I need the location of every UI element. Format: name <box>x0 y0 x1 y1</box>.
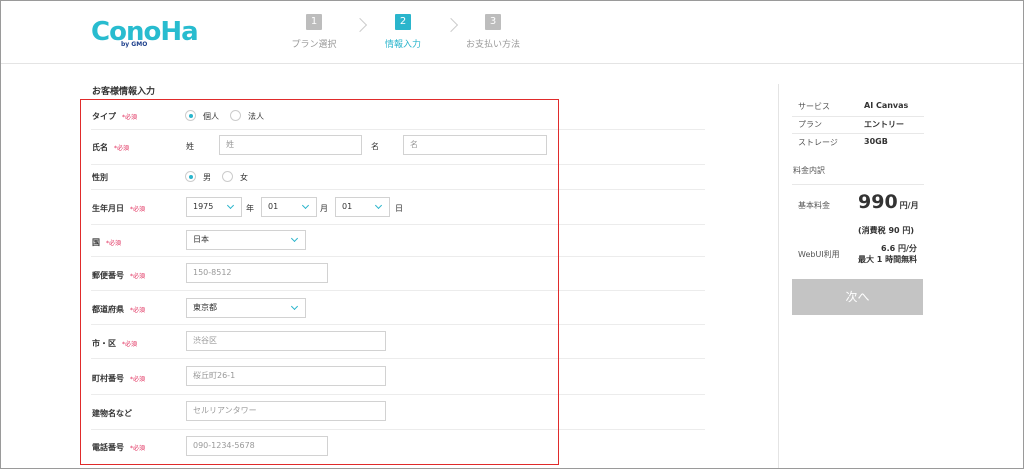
form-highlight-box <box>80 99 559 465</box>
step-payment: 3 お支払い方法 <box>466 14 520 50</box>
webui-price: 6.6 円/分 <box>881 244 917 253</box>
conoha-logo[interactable]: ConoHa by GMO <box>91 17 199 49</box>
tax-note: (消費税 90 円) <box>858 226 915 235</box>
summary-divider <box>792 184 924 185</box>
storage-label: ストレージ <box>798 138 838 147</box>
step-label: お支払い方法 <box>466 40 521 50</box>
step-number: 1 <box>306 14 322 30</box>
plan-label: プラン <box>798 120 822 129</box>
base-price-unit: 円/月 <box>899 201 919 210</box>
step-label: 情報入力 <box>384 40 421 50</box>
step-plan-select: 1 プラン選択 <box>286 14 342 50</box>
summary-divider <box>792 116 924 117</box>
step-info-input: 2 情報入力 <box>381 14 425 50</box>
chevron-right-icon <box>352 17 368 33</box>
logo-sub: by GMO <box>121 41 148 48</box>
webui-note: 最大 1 時間無料 <box>858 255 918 264</box>
webui-label: WebUI利用 <box>798 250 840 259</box>
panel-divider <box>778 84 779 469</box>
step-label: プラン選択 <box>291 40 337 50</box>
chevron-right-icon <box>443 17 459 33</box>
summary-divider <box>792 133 924 134</box>
breakdown-title: 料金内訳 <box>793 166 825 175</box>
storage-value: 30GB <box>864 137 888 146</box>
base-price: 990 円/月 <box>858 191 919 213</box>
service-value: AI Canvas <box>864 101 909 110</box>
plan-value: エントリー <box>864 120 904 129</box>
step-number: 2 <box>395 14 411 30</box>
section-title: お客様情報入力 <box>92 87 156 97</box>
next-button[interactable]: 次へ <box>792 279 923 315</box>
base-fee-label: 基本料金 <box>798 201 830 210</box>
base-price-value: 990 <box>858 191 898 213</box>
header: ConoHa by GMO 1 プラン選択 2 情報入力 3 お支払い方法 <box>0 0 1024 64</box>
step-number: 3 <box>485 14 501 30</box>
service-label: サービス <box>798 102 830 111</box>
